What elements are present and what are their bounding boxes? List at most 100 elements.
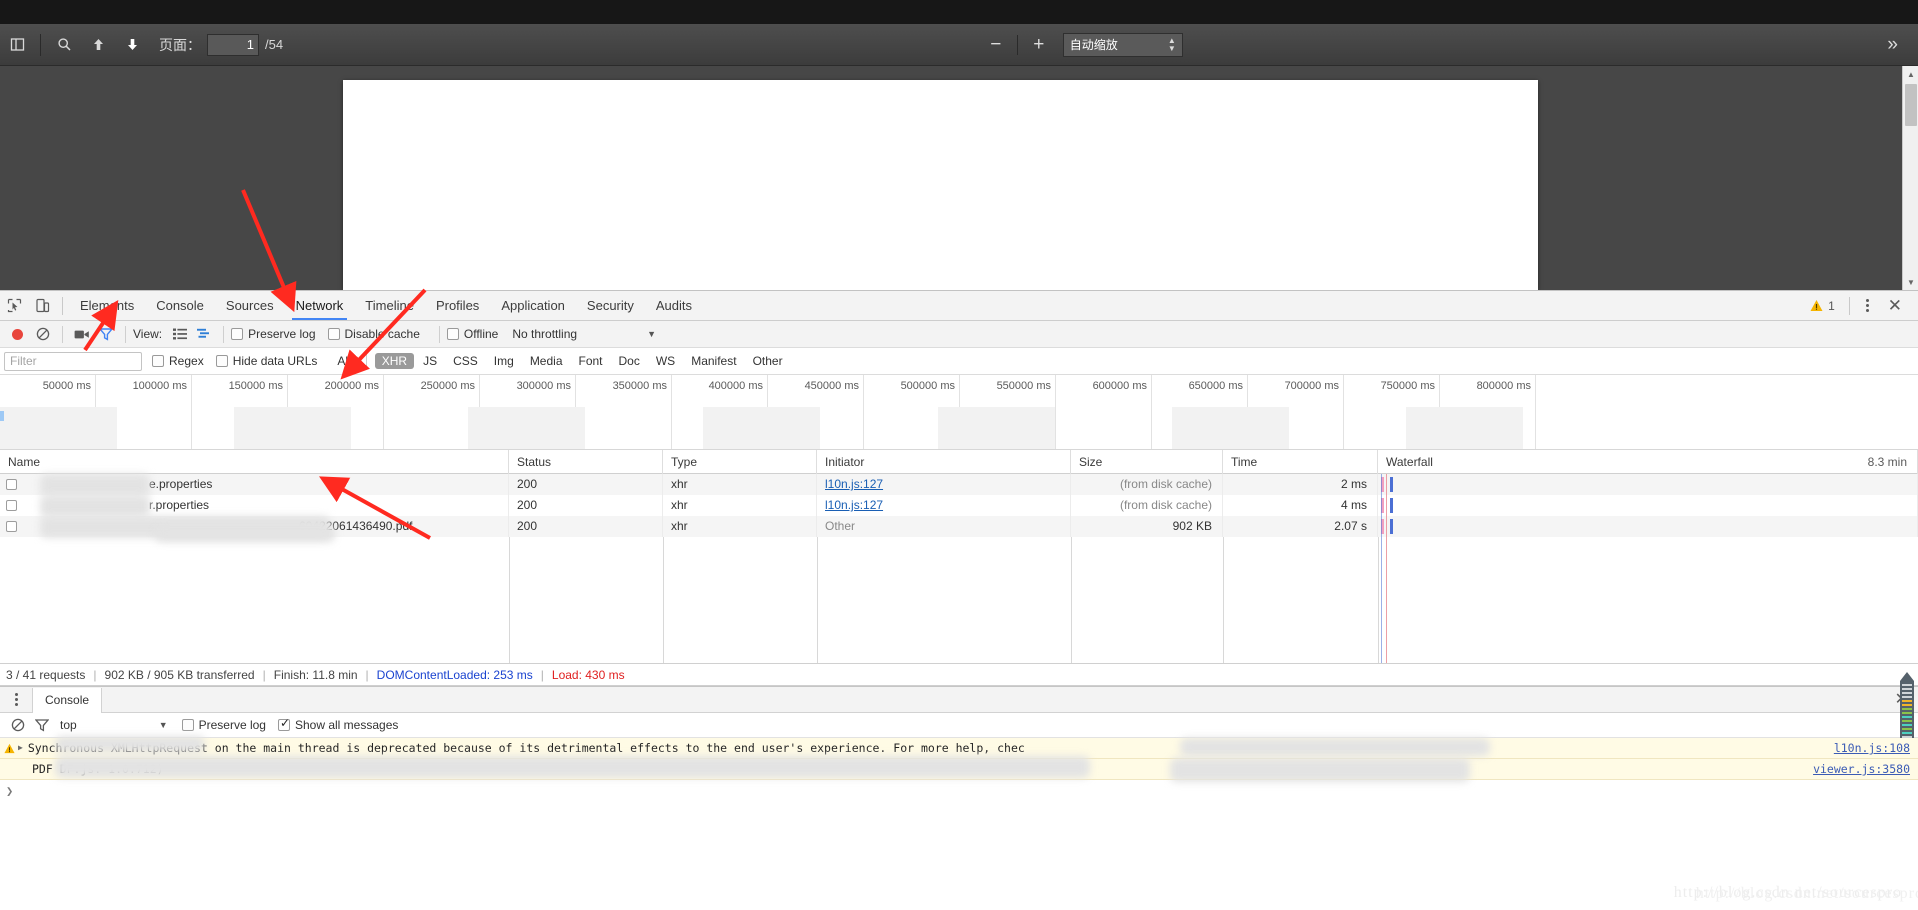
table-row[interactable]: e.properties 200 xhr l10n.js:127 (from d… — [0, 474, 1918, 495]
type-filter-ws[interactable]: WS — [649, 353, 682, 369]
network-overview-timeline[interactable]: 50000 ms 100000 ms 150000 ms 200000 ms 2… — [0, 375, 1918, 450]
preserve-log-checkbox[interactable]: Preserve log — [231, 327, 315, 341]
watermark: http://blog.csdn.net/sourcespro http://b… — [1674, 884, 1902, 902]
regex-checkbox[interactable]: Regex — [152, 354, 204, 368]
console-message-warning[interactable]: ▶ Synchronous XMLHttpRequest on the main… — [0, 738, 1918, 759]
pdf-page-canvas — [343, 80, 1538, 290]
pdf-scrollbar[interactable]: ▲ ▼ — [1902, 66, 1918, 290]
record-button-icon[interactable] — [12, 329, 23, 340]
tab-timeline[interactable]: Timeline — [354, 291, 425, 320]
toolbar-divider-1 — [62, 326, 63, 343]
chevron-down-icon[interactable]: ▼ — [159, 720, 168, 730]
show-all-messages-checkbox[interactable]: Show all messages — [278, 718, 398, 732]
scroll-up-icon[interactable]: ▲ — [1903, 66, 1918, 82]
type-filter-js[interactable]: JS — [416, 353, 444, 369]
type-filter-manifest[interactable]: Manifest — [684, 353, 743, 369]
waterfall-minimap — [1898, 672, 1916, 746]
console-message-source[interactable]: viewer.js:3580 — [1813, 759, 1918, 779]
tab-application[interactable]: Application — [490, 291, 576, 320]
arrow-up-icon[interactable] — [81, 30, 115, 60]
camera-icon[interactable] — [70, 323, 94, 345]
clear-console-icon[interactable] — [6, 714, 30, 736]
request-time: 4 ms — [1223, 495, 1378, 516]
toolbar-divider-3 — [223, 326, 224, 343]
tab-network[interactable]: Network — [285, 291, 355, 320]
request-initiator[interactable]: l10n.js:127 — [825, 477, 883, 491]
triangle-right-icon[interactable]: ▶ — [18, 738, 23, 758]
tab-security[interactable]: Security — [576, 291, 645, 320]
column-header-status[interactable]: Status — [509, 450, 663, 474]
type-filter-media[interactable]: Media — [523, 353, 570, 369]
drawer-tab-console[interactable]: Console — [32, 688, 102, 713]
hide-data-urls-checkbox[interactable]: Hide data URLs — [216, 354, 318, 368]
tab-elements[interactable]: Elements — [69, 291, 145, 320]
zoom-level-select[interactable]: 自动缩放 ▲▼ — [1063, 33, 1183, 57]
console-filter-funnel-icon[interactable] — [30, 714, 54, 736]
warning-triangle-icon — [1810, 299, 1823, 312]
zoom-in-button[interactable]: + — [1025, 32, 1053, 58]
type-filter-font[interactable]: Font — [572, 353, 610, 369]
tab-audits[interactable]: Audits — [645, 291, 703, 320]
arrow-down-icon[interactable] — [115, 30, 149, 60]
tabright-divider — [1849, 297, 1850, 315]
tab-profiles[interactable]: Profiles — [425, 291, 490, 320]
tab-console[interactable]: Console — [145, 291, 215, 320]
requests-table-body: e.properties 200 xhr l10n.js:127 (from d… — [0, 474, 1918, 664]
console-preserve-log-checkbox[interactable]: Preserve log — [182, 718, 266, 732]
sidebar-toggle-icon[interactable] — [0, 30, 34, 60]
type-filter-css[interactable]: CSS — [446, 353, 485, 369]
column-header-time[interactable]: Time — [1223, 450, 1378, 474]
column-header-name[interactable]: Name — [0, 450, 509, 474]
waterfall-view-icon[interactable] — [192, 323, 216, 345]
type-filter-doc[interactable]: Doc — [612, 353, 647, 369]
warning-count-chip[interactable]: 1 — [1804, 299, 1841, 313]
type-filter-xhr[interactable]: XHR — [375, 353, 414, 369]
list-view-icon[interactable] — [168, 323, 192, 345]
prompt-chevron-icon: ❯ — [6, 784, 13, 798]
console-message-source[interactable]: l10n.js:108 — [1834, 738, 1918, 758]
request-name: e.properties — [24, 474, 212, 495]
page-number-input[interactable] — [207, 34, 259, 56]
timeline-tick: 50000 ms — [43, 380, 91, 392]
type-filter-all[interactable]: All — [330, 353, 357, 369]
regex-label: Regex — [169, 354, 204, 368]
table-row[interactable]: 60422061436490.pdf 200 xhr Other 902 KB … — [0, 516, 1918, 537]
inspect-element-icon[interactable] — [0, 293, 28, 319]
filter-funnel-icon[interactable] — [94, 323, 118, 345]
table-row[interactable]: r.properties 200 xhr l10n.js:127 (from d… — [0, 495, 1918, 516]
tab-sources[interactable]: Sources — [215, 291, 285, 320]
chevron-down-icon[interactable]: ▼ — [647, 329, 656, 339]
request-size: (from disk cache) — [1071, 474, 1223, 495]
offline-checkbox[interactable]: Offline — [447, 327, 498, 341]
hide-data-urls-box — [216, 355, 228, 367]
column-header-initiator[interactable]: Initiator — [817, 450, 1071, 474]
console-prompt[interactable]: ❯ — [0, 780, 1918, 802]
request-initiator[interactable]: l10n.js:127 — [825, 498, 883, 512]
scrollbar-thumb[interactable] — [1905, 84, 1917, 126]
type-filter-img[interactable]: Img — [487, 353, 521, 369]
page-label: 页面： — [159, 35, 201, 55]
clear-icon[interactable] — [31, 323, 55, 345]
throttling-value[interactable]: No throttling — [512, 327, 577, 341]
zoom-out-button[interactable]: − — [982, 32, 1010, 58]
row-checkbox[interactable] — [6, 500, 17, 511]
chevron-double-right-icon[interactable]: » — [1881, 34, 1904, 56]
console-message-info[interactable]: PDF DF.js: 1.0.712) viewer.js:3580 — [0, 759, 1918, 780]
search-icon[interactable] — [47, 30, 81, 60]
column-header-size[interactable]: Size — [1071, 450, 1223, 474]
scroll-down-icon[interactable]: ▼ — [1903, 274, 1918, 290]
row-checkbox[interactable] — [6, 479, 17, 490]
filter-input[interactable] — [4, 352, 142, 371]
close-icon[interactable]: ✕ — [1880, 297, 1910, 314]
column-header-waterfall[interactable]: Waterfall 8.3 min — [1378, 450, 1918, 474]
timeline-tick: 700000 ms — [1285, 380, 1339, 392]
drawer-kebab-menu-icon[interactable] — [6, 693, 26, 706]
disable-cache-checkbox[interactable]: Disable cache — [328, 327, 420, 341]
execution-context-value[interactable]: top — [60, 718, 77, 732]
kebab-menu-icon[interactable] — [1858, 299, 1878, 312]
type-filter-other[interactable]: Other — [746, 353, 790, 369]
row-checkbox[interactable] — [6, 521, 17, 532]
column-header-type[interactable]: Type — [663, 450, 817, 474]
toggle-device-toolbar-icon[interactable] — [28, 293, 56, 319]
timeline-tick: 250000 ms — [421, 380, 475, 392]
